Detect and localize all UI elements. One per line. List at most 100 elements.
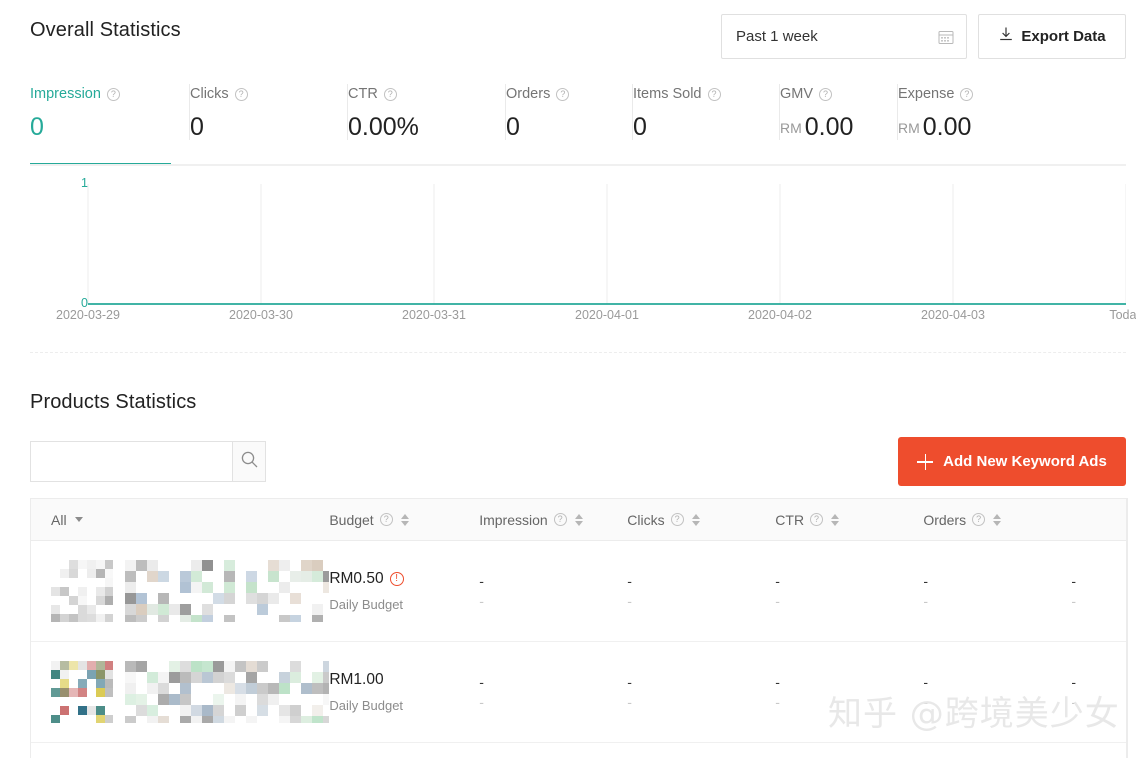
metric-secondary: - [923, 591, 928, 611]
sort-toggle[interactable] [575, 514, 583, 526]
chart-xtick: 2020-04-03 [921, 308, 985, 322]
table-header-orders[interactable]: Orders? [903, 512, 1051, 528]
help-icon[interactable]: ? [960, 88, 973, 101]
currency-prefix: RM [898, 120, 920, 136]
table-header-ctr[interactable]: CTR? [755, 512, 903, 528]
table-row[interactable]: RM0.50!Daily Budget---------- [31, 541, 1127, 642]
chart-xtick: Today [1109, 308, 1136, 322]
table-header-label: Impression [479, 512, 547, 528]
add-new-keyword-ads-label: Add New Keyword Ads [943, 453, 1107, 470]
plus-icon [917, 454, 933, 470]
metric-secondary: - [923, 692, 928, 712]
metric-tab-expense[interactable]: Expense?RM0.00 [898, 84, 1058, 166]
help-icon[interactable]: ? [107, 88, 120, 101]
chart-ytick-top: 1 [58, 176, 88, 190]
table-row[interactable]: RM1.00Daily Budget---------- [31, 642, 1127, 743]
budget-type-label: Daily Budget [329, 698, 403, 713]
date-range-picker[interactable]: Past 1 week [721, 14, 967, 59]
help-icon[interactable]: ? [556, 88, 569, 101]
budget-type-label: Daily Budget [329, 597, 403, 612]
table-row[interactable] [31, 743, 1127, 758]
product-thumbnail [51, 661, 113, 723]
search-input[interactable] [31, 442, 232, 481]
metric-tab-impression[interactable]: Impression?0 [30, 84, 190, 166]
metric-tab-ctr[interactable]: CTR?0.00% [348, 84, 506, 166]
metric-value: 0.00% [348, 112, 506, 142]
metric-primary: - [923, 571, 928, 591]
section-divider [30, 352, 1126, 353]
help-icon[interactable]: ? [819, 88, 832, 101]
calendar-icon [938, 29, 954, 45]
add-new-keyword-ads-button[interactable]: Add New Keyword Ads [898, 437, 1126, 486]
impression-cell: -- [459, 672, 607, 712]
product-thumbnail [51, 560, 113, 622]
help-icon[interactable]: ? [972, 513, 985, 526]
chevron-down-icon[interactable] [75, 517, 83, 522]
overflow-cell: -- [1051, 672, 1127, 712]
help-icon[interactable]: ? [384, 88, 397, 101]
metric-label: GMV [780, 86, 813, 102]
export-data-label: Export Data [1021, 28, 1105, 45]
date-range-value: Past 1 week [736, 28, 938, 45]
table-header-budget[interactable]: Budget? [329, 512, 459, 528]
table-header-row: AllBudget?Impression?Clicks?CTR?Orders? [31, 499, 1127, 541]
metric-secondary: - [1071, 591, 1076, 611]
metric-value: 0 [190, 112, 348, 142]
budget-amount: RM1.00 [329, 671, 383, 689]
help-icon[interactable]: ? [708, 88, 721, 101]
metric-tabs-baseline [30, 164, 1126, 166]
help-icon[interactable]: ? [554, 513, 567, 526]
budget-value: RM1.00 [329, 671, 383, 689]
help-icon[interactable]: ? [235, 88, 248, 101]
ctr-cell: -- [755, 571, 903, 611]
table-header-label: Clicks [627, 512, 664, 528]
sort-toggle[interactable] [692, 514, 700, 526]
sort-toggle[interactable] [993, 514, 1001, 526]
metric-value: RM0.00 [780, 112, 898, 143]
product-name-redacted [125, 560, 329, 622]
table-header-clicks[interactable]: Clicks? [607, 512, 755, 528]
metric-label: Impression [30, 86, 101, 102]
help-icon[interactable]: ? [810, 513, 823, 526]
table-header-product[interactable]: All [31, 512, 329, 528]
chart-xtick: 2020-03-30 [229, 308, 293, 322]
export-data-button[interactable]: Export Data [978, 14, 1126, 59]
metric-secondary: - [775, 591, 780, 611]
search-icon [240, 450, 259, 474]
help-icon[interactable]: ? [671, 513, 684, 526]
metric-tab-clicks[interactable]: Clicks?0 [190, 84, 348, 166]
metric-tab-items-sold[interactable]: Items Sold?0 [633, 84, 780, 166]
metric-primary: - [775, 672, 780, 692]
chart-x-axis-labels: 2020-03-292020-03-302020-03-312020-04-01… [30, 308, 1126, 326]
warning-icon[interactable]: ! [390, 572, 404, 586]
metric-primary: - [627, 672, 632, 692]
sort-toggle[interactable] [831, 514, 839, 526]
products-table: AllBudget?Impression?Clicks?CTR?Orders? … [30, 498, 1128, 758]
product-search-box[interactable] [30, 441, 266, 482]
ctr-cell: -- [755, 672, 903, 712]
product-name-redacted [125, 661, 329, 723]
metric-secondary: - [1071, 692, 1076, 712]
table-right-edge [1126, 499, 1127, 758]
orders-cell: -- [903, 571, 1051, 611]
metric-label: Expense [898, 86, 954, 102]
table-header-label: All [51, 512, 67, 528]
table-header-impression[interactable]: Impression? [459, 512, 607, 528]
budget-amount: RM0.50 [329, 570, 383, 588]
metric-primary: - [1071, 672, 1076, 692]
metric-primary: - [923, 672, 928, 692]
table-header-label: CTR [775, 512, 804, 528]
chart-xtick: 2020-03-31 [402, 308, 466, 322]
sort-toggle[interactable] [401, 514, 409, 526]
budget-value: RM0.50! [329, 570, 403, 588]
clicks-cell: -- [607, 672, 755, 712]
search-button[interactable] [232, 442, 265, 481]
metric-primary: - [479, 672, 484, 692]
chart-xtick: 2020-04-01 [575, 308, 639, 322]
metric-tab-orders[interactable]: Orders?0 [506, 84, 633, 166]
download-icon [998, 26, 1014, 47]
help-icon[interactable]: ? [380, 513, 393, 526]
metric-tab-gmv[interactable]: GMV? RM0.00 [780, 84, 898, 166]
table-body: RM0.50!Daily Budget----------RM1.00Daily… [31, 541, 1127, 758]
products-statistics-title: Products Statistics [30, 391, 196, 414]
